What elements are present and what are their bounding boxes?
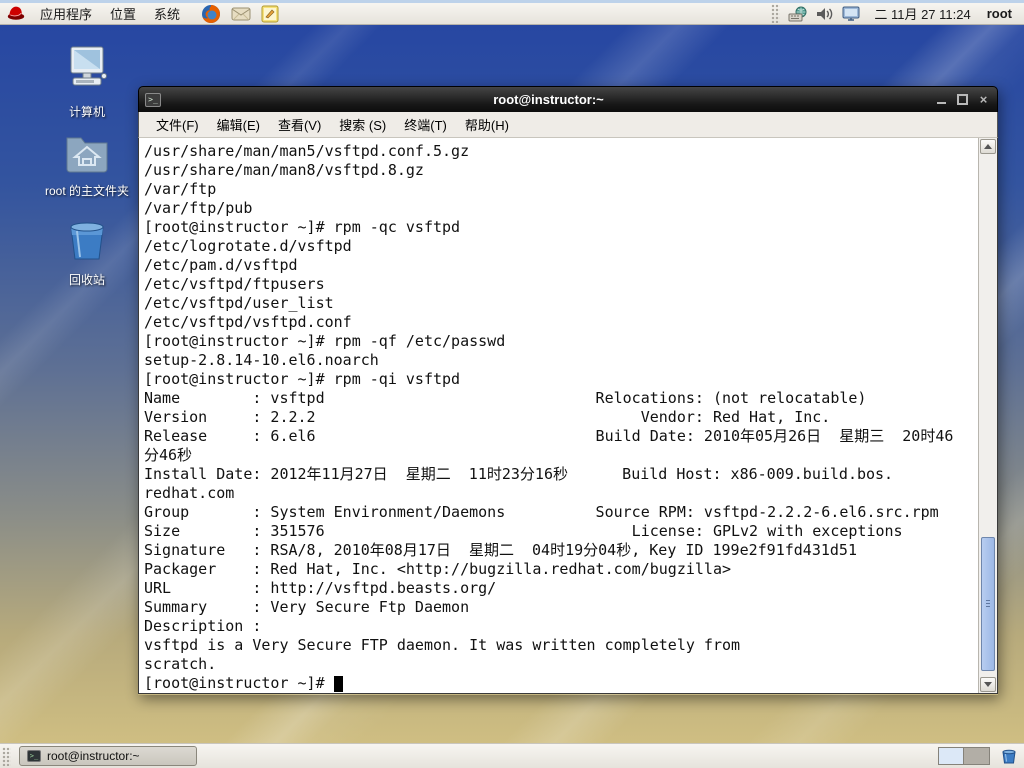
menu-edit[interactable]: 编辑(E) [208, 112, 269, 137]
terminal-content[interactable]: /usr/share/man/man5/vsftpd.conf.5.gz /us… [138, 138, 998, 694]
bottom-panel: >_ root@instructor:~ [0, 743, 1024, 768]
desktop-icon-trash[interactable]: 回收站 [22, 217, 152, 288]
terminal-output: /usr/share/man/man5/vsftpd.conf.5.gz /us… [139, 138, 978, 693]
workspace-switcher [938, 747, 990, 765]
menu-places[interactable]: 位置 [101, 3, 145, 24]
notes-launcher-icon[interactable] [261, 5, 279, 23]
close-button[interactable]: × [978, 93, 989, 106]
firefox-launcher-icon[interactable] [201, 4, 221, 24]
terminal-window: >_ root@instructor:~ × 文件(F) 编辑(E) 查看(V)… [138, 86, 998, 695]
desktop-icon-label: 回收站 [68, 273, 105, 287]
menu-view[interactable]: 查看(V) [269, 112, 330, 137]
email-launcher-icon[interactable] [231, 6, 251, 22]
menu-applications[interactable]: 应用程序 [31, 3, 101, 24]
desktop-icon-home-folder[interactable]: root 的主文件夹 [22, 130, 152, 199]
scroll-up-button[interactable] [980, 139, 996, 154]
menu-system[interactable]: 系统 [145, 3, 189, 24]
terminal-prompt: [root@instructor ~]# [144, 674, 334, 692]
minimize-button[interactable] [936, 94, 947, 105]
top-panel: 应用程序 位置 系统 二 11月 27 11:24 root [0, 0, 1024, 25]
desktop-icon-computer[interactable]: 计算机 [22, 45, 152, 120]
trash-icon [63, 217, 111, 268]
window-title: root@instructor:~ [493, 92, 604, 107]
redhat-menu-icon[interactable] [6, 5, 26, 23]
display-icon[interactable] [842, 6, 860, 22]
maximize-button[interactable] [957, 94, 968, 105]
window-titlebar[interactable]: >_ root@instructor:~ × [138, 86, 998, 112]
terminal-output-lines: /usr/share/man/man5/vsftpd.conf.5.gz /us… [144, 142, 954, 673]
menu-search[interactable]: 搜索 (S) [330, 112, 395, 137]
workspace-1[interactable] [939, 748, 964, 764]
home-folder-icon [62, 130, 112, 179]
menu-file[interactable]: 文件(F) [147, 112, 208, 137]
menu-terminal[interactable]: 终端(T) [395, 112, 456, 137]
volume-icon[interactable] [816, 6, 834, 22]
computer-icon [61, 45, 113, 100]
input-method-icon[interactable] [788, 6, 808, 22]
taskbar-trash-icon[interactable] [1000, 747, 1018, 765]
desktop-icon-label: 计算机 [68, 105, 105, 119]
task-button-label: root@instructor:~ [47, 749, 140, 763]
taskbar-grip[interactable] [2, 746, 11, 766]
desktop-wallpaper: 计算机 root 的主文件夹 回收站 >_ root@instructor:~ … [0, 25, 1024, 743]
terminal-menubar: 文件(F) 编辑(E) 查看(V) 搜索 (S) 终端(T) 帮助(H) [138, 112, 998, 138]
terminal-task-icon: >_ [27, 750, 41, 762]
scrollbar-thumb[interactable] [981, 537, 995, 671]
workspace-2[interactable] [964, 748, 989, 764]
desktop-icon-label: root 的主文件夹 [44, 184, 129, 198]
user-switcher[interactable]: root [981, 6, 1024, 21]
terminal-cursor [333, 675, 343, 692]
menu-help[interactable]: 帮助(H) [456, 112, 518, 137]
terminal-scrollbar[interactable] [978, 138, 997, 693]
scroll-down-button[interactable] [980, 677, 996, 692]
terminal-prompt-line: [root@instructor ~]# [144, 674, 978, 693]
screen: 计算机 root 的主文件夹 回收站 >_ root@instructor:~ … [0, 0, 1024, 768]
panel-grip[interactable] [771, 4, 781, 23]
terminal-window-icon: >_ [145, 92, 161, 107]
clock[interactable]: 二 11月 27 11:24 [864, 4, 980, 23]
task-button-terminal[interactable]: >_ root@instructor:~ [19, 746, 197, 766]
